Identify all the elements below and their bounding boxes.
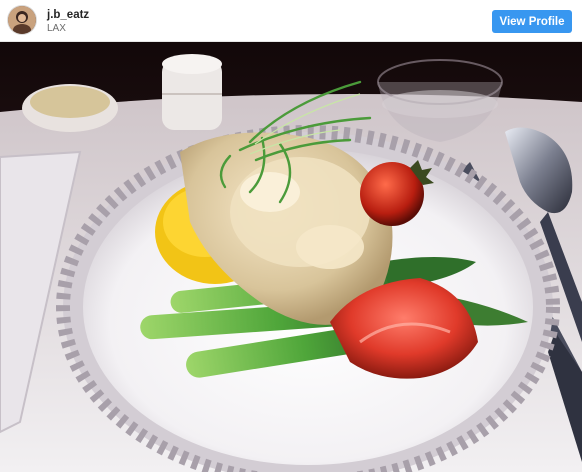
- avatar[interactable]: [8, 6, 36, 34]
- location-label[interactable]: LAX: [47, 23, 66, 34]
- post-header: j.b_eatz LAX View Profile: [0, 0, 582, 42]
- username[interactable]: j.b_eatz: [47, 9, 89, 21]
- post-photo[interactable]: [0, 42, 582, 472]
- view-profile-button[interactable]: View Profile: [492, 10, 572, 33]
